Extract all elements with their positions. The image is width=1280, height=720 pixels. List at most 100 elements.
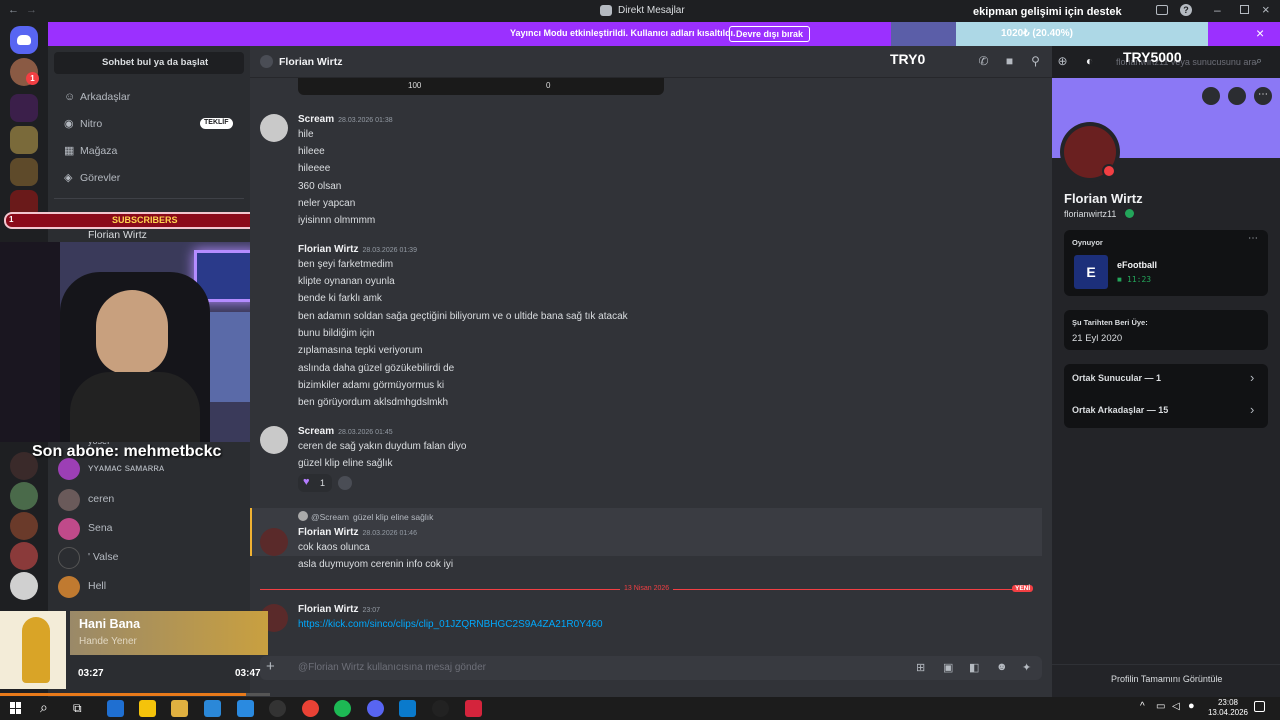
message-line: bunu bildiğim için [298,328,375,339]
windows-start-icon[interactable] [10,702,22,714]
server-icon-7[interactable] [10,482,38,510]
webcam-overlay [0,242,290,442]
emoji-icon[interactable]: ☻ [996,661,1008,673]
add-reaction-icon[interactable] [338,476,352,490]
message-line: hileee [298,146,325,157]
task-view-icon[interactable]: ⧉ [73,701,82,716]
tray-chevron-icon[interactable]: ^ [1140,701,1145,712]
server-icon-3[interactable] [10,126,38,154]
dm-item[interactable]: Hell [58,574,238,602]
server-icon-4[interactable] [10,158,38,186]
chrome-app-icon[interactable] [302,700,319,717]
volume-icon[interactable]: ◁ [1172,701,1180,712]
help-icon[interactable]: ? [1180,4,1192,16]
minimize-icon[interactable]: – [1214,3,1221,17]
tray-icon-1[interactable]: ▭ [1156,701,1165,712]
voice-call-icon[interactable]: ✆ [977,55,990,68]
gift-icon[interactable] [1228,87,1246,105]
search-icon[interactable]: ⌕ [40,699,48,716]
message-author[interactable]: Florian Wirtz 28.03.2026 01:39 [298,244,417,255]
nav-nitro[interactable]: ◉ Nitro TEKLİF [54,113,244,135]
mutual-servers-row[interactable]: Ortak Sunucular — 1 › [1064,364,1268,396]
valorant-app-icon[interactable] [465,700,482,717]
avatar [260,55,273,68]
chat-area: 100 0 Scream 28.03.2026 01:38 hile hileee… [250,78,1052,697]
mutual-friends-row[interactable]: Ortak Arkadaşlar — 15 › [1064,396,1268,428]
vscode-insiders-app-icon[interactable] [204,700,221,717]
title-bar: ← → Direkt Mesajlar ekipman gelişimi içi… [0,0,1280,22]
add-friends-icon[interactable]: ⊕ [1056,55,1069,68]
dm-item[interactable]: ceren [58,487,238,515]
disable-streamer-mode-button[interactable]: Devre dışı bırak [729,26,811,42]
message-author[interactable]: Florian Wirtz 28.03.2026 01:46 [298,527,417,538]
server-icon-8[interactable] [10,512,38,540]
taskbar-time[interactable]: 23:08 [1208,698,1248,707]
pin-icon[interactable]: ⚲ [1029,55,1042,68]
discord-app-icon[interactable] [367,700,384,717]
chatgpt-app-icon[interactable] [269,700,286,717]
add-friend-icon[interactable] [1202,87,1220,105]
back-arrow-icon[interactable]: ← [8,4,19,16]
nitro-offer-badge: TEKLİF [200,118,233,129]
nav-nitro-label: Nitro [80,118,103,130]
avatar[interactable] [260,114,288,142]
member-since-label: Şu Tarihten Beri Üye: [1072,318,1148,327]
mail-app-icon[interactable] [237,700,254,717]
dm-search-button[interactable]: Sohbet bul ya da başlat [54,52,244,74]
vscode-app-icon[interactable] [399,700,416,717]
more-options-icon[interactable]: ⋯ [1254,87,1272,105]
server-icon-d2[interactable] [10,94,38,122]
taskbar-date[interactable]: 13.04.2026 [1200,708,1256,717]
activity-more-icon[interactable]: ⋯ [1248,233,1258,244]
view-full-profile-link[interactable]: Profilin Tamamını Görüntüle [1111,674,1222,684]
album-figure [22,617,50,683]
avatar [58,518,80,540]
maximize-icon[interactable] [1240,5,1249,14]
forward-arrow-icon[interactable]: → [26,4,37,16]
dm-item[interactable]: ' Valse [58,545,238,573]
reply-author[interactable]: @Scream [311,512,349,522]
message-line: aslında daha güzel gözükebilirdi de [298,363,455,374]
message-author[interactable]: Scream 28.03.2026 01:45 [298,426,393,437]
spotify-app-icon[interactable] [334,700,351,717]
nav-shop[interactable]: ▦ Mağaza [54,140,244,162]
message-line: ceren de sağ yakın duydum falan diyo [298,441,467,452]
message-composer[interactable]: + @Florian Wirtz kullanıcısına mesaj gön… [260,656,1042,680]
avatar[interactable] [260,528,288,556]
video-call-icon[interactable]: ■ [1003,55,1016,68]
clip-embed-preview[interactable]: 100 0 [298,78,664,95]
message-timestamp: 28.03.2026 01:38 [338,117,393,124]
nav-friends[interactable]: ☺ Arkadaşlar [54,86,244,108]
notification-icon[interactable] [1254,701,1265,712]
user-profile-icon[interactable]: ◐ [1083,55,1096,68]
gift-icon[interactable]: ⊞ [916,661,925,674]
discord-home-icon[interactable] [10,26,38,54]
apps-icon[interactable]: ✦ [1022,661,1031,674]
mic-icon[interactable]: ● [1188,700,1195,712]
server-icon-10[interactable] [10,572,38,600]
profile-panel: ⋯ Florian Wirtz florianwirtz11 Oynuyor ⋯… [1052,78,1280,697]
obs-app-icon[interactable] [432,700,449,717]
close-window-icon[interactable]: × [1262,2,1270,17]
gif-icon[interactable]: ▣ [943,661,953,674]
reply-text[interactable]: güzel klip eline sağlık [353,512,433,522]
inbox-icon[interactable] [1156,5,1168,15]
author-name: Florian Wirtz [298,527,359,538]
clip-link[interactable]: https://kick.com/sinco/clips/clip_01JZQR… [298,619,603,630]
profile-username: florianwirtz11 [1064,209,1117,219]
heart-reaction[interactable]: ♥ 1 [298,474,332,492]
sticky-notes-app-icon[interactable] [139,700,156,717]
message-author[interactable]: Florian Wirtz 23:07 [298,604,380,615]
nav-quests[interactable]: ◈ Görevler [54,167,244,189]
server-icon-9[interactable] [10,542,38,570]
sticker-icon[interactable]: ◧ [969,661,979,674]
calculator-app-icon[interactable] [107,700,124,717]
dm-item[interactable]: Sena [58,516,238,544]
avatar[interactable] [260,426,288,454]
profile-footer-divider [1052,664,1280,665]
message-author[interactable]: Scream 28.03.2026 01:38 [298,114,393,125]
close-banner-icon[interactable]: × [1256,25,1264,41]
message-line: güzel klip eline sağlık [298,458,393,469]
file-explorer-app-icon[interactable] [171,700,188,717]
nav-quests-label: Görevler [80,172,121,184]
